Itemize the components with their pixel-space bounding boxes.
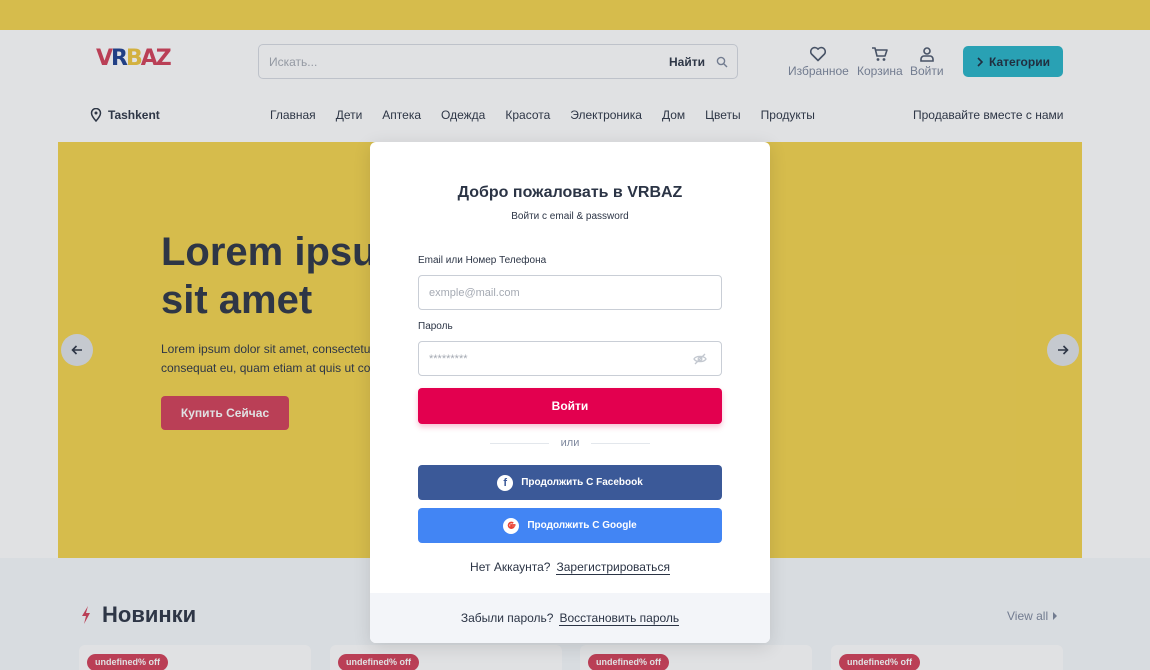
email-field-wrapper bbox=[418, 275, 722, 310]
google-login-label: Продолжить С Google bbox=[527, 520, 637, 531]
modal-title: Добро пожаловать в VRBAZ bbox=[457, 184, 683, 201]
divider-line bbox=[591, 442, 650, 444]
register-link[interactable]: Зарегистрироваться bbox=[556, 560, 670, 575]
facebook-icon: f bbox=[497, 474, 514, 491]
register-prompt: Нет Аккаунта? Зарегистрироваться bbox=[370, 560, 770, 575]
eye-off-icon[interactable] bbox=[693, 353, 707, 365]
facebook-login-button[interactable]: f Продолжить С Facebook bbox=[418, 465, 722, 500]
login-modal: Добро пожаловать в VRBAZ Войти с email &… bbox=[370, 142, 770, 643]
email-field[interactable] bbox=[419, 276, 721, 309]
password-field-wrapper bbox=[418, 341, 722, 376]
no-account-text: Нет Аккаунта? bbox=[470, 560, 551, 574]
forgot-password-footer: Забыли пароль? Восстановить пароль bbox=[370, 593, 770, 643]
password-label: Пароль bbox=[418, 321, 453, 332]
facebook-login-label: Продолжить С Facebook bbox=[521, 477, 643, 488]
google-icon bbox=[503, 517, 520, 534]
or-divider: или bbox=[490, 436, 650, 450]
login-button[interactable]: Войти bbox=[418, 388, 722, 424]
divider-line bbox=[490, 442, 549, 444]
forgot-password-text: Забыли пароль? bbox=[460, 611, 554, 625]
password-field[interactable] bbox=[419, 342, 693, 375]
restore-password-link[interactable]: Восстановить пароль bbox=[559, 611, 680, 626]
email-label: Email или Номер Телефона bbox=[418, 255, 547, 266]
google-login-button[interactable]: Продолжить С Google bbox=[418, 508, 722, 543]
modal-subtitle: Войти с email & password bbox=[511, 211, 629, 222]
or-label: или bbox=[560, 437, 580, 449]
